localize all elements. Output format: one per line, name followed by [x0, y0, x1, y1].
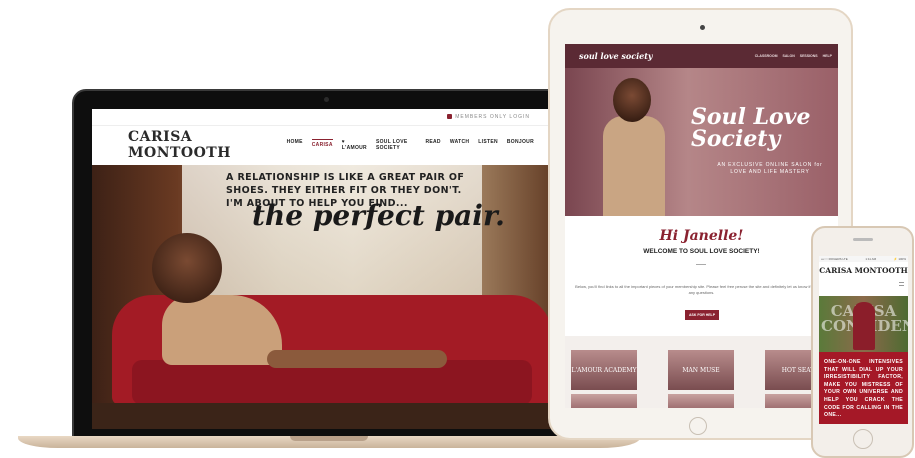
welcome-heading: WELCOME TO SOUL LOVE SOCIETY! — [643, 248, 760, 255]
carrier-label: •••○○ ROGERS LTE — [821, 257, 848, 261]
tablet-nav-classroom[interactable]: CLASSROOM — [755, 54, 778, 58]
tablet-camera — [700, 25, 705, 30]
nav-read[interactable]: READ — [425, 139, 440, 151]
card-lamour-academy[interactable]: L'AMOUR ACADEMY — [571, 350, 637, 390]
device-mockup-stage: MEMBERS ONLY LOGIN CARISA MONTOOTH HOME … — [0, 0, 915, 458]
nav-carisa[interactable]: CARISA — [311, 139, 333, 151]
tablet-nav-links: CLASSROOM SALON SESSIONS HELP — [755, 54, 832, 58]
site-logo[interactable]: CARISA MONTOOTH — [128, 129, 287, 161]
tablet-woman-head — [613, 78, 651, 122]
laptop-device: MEMBERS ONLY LOGIN CARISA MONTOOTH HOME … — [72, 89, 584, 439]
nav-soul-love-society[interactable]: SOUL LOVE SOCIETY — [376, 139, 416, 151]
ask-for-help-button[interactable]: ASK FOR HELP — [685, 310, 719, 320]
battery-label: ⚡ 100% — [893, 257, 906, 261]
woman-head — [152, 233, 222, 303]
phone-promo-block: ONE-ON-ONE INTENSIVES THAT WILL DIAL UP … — [819, 352, 908, 424]
phone-device: •••○○ ROGERS LTE 1:11 AM ⚡ 100% CARISA M… — [811, 226, 914, 458]
members-login-label: MEMBERS ONLY LOGIN — [455, 114, 530, 120]
hamburger-menu-icon[interactable] — [899, 282, 904, 286]
divider — [696, 264, 706, 265]
welcome-body: Below, you'll find links to all the impo… — [575, 284, 828, 295]
tablet-device: soul love society CLASSROOM SALON SESSIO… — [548, 8, 853, 440]
nav-home[interactable]: HOME — [287, 139, 303, 151]
tablet-hero: Soul Love Society AN EXCLUSIVE ONLINE SA… — [565, 68, 838, 216]
tablet-nav-salon[interactable]: SALON — [783, 54, 795, 58]
card-row2-1[interactable] — [571, 394, 637, 408]
time-label: 1:11 AM — [865, 257, 877, 261]
tablet-hero-title: Soul Love Society — [691, 104, 811, 152]
card-row2-2[interactable] — [668, 394, 734, 408]
phone-home-button[interactable] — [853, 429, 873, 449]
members-bar: MEMBERS ONLY LOGIN — [92, 109, 566, 126]
tablet-brand[interactable]: soul love society — [579, 51, 653, 61]
tablet-home-button[interactable] — [689, 417, 707, 435]
floor — [92, 403, 566, 429]
site-header: CARISA MONTOOTH HOME CARISA ♥ L'AMOUR SO… — [92, 126, 566, 164]
nav-listen[interactable]: LISTEN — [478, 139, 498, 151]
tablet-hero-subtitle: AN EXCLUSIVE ONLINE SALON for LOVE AND L… — [717, 162, 823, 175]
card-man-muse[interactable]: MAN MUSE — [668, 350, 734, 390]
laptop-notch — [290, 436, 368, 441]
main-nav: HOME CARISA ♥ L'AMOUR SOUL LOVE SOCIETY … — [287, 139, 534, 151]
phone-hero-woman — [853, 302, 875, 350]
tablet-nav-help[interactable]: HELP — [823, 54, 832, 58]
nav-watch[interactable]: WATCH — [450, 139, 469, 151]
tablet-navbar: soul love society CLASSROOM SALON SESSIO… — [565, 44, 838, 68]
greeting: Hi Janelle! — [659, 228, 744, 244]
nav-lamour[interactable]: ♥ L'AMOUR — [342, 139, 367, 151]
hero-script: the perfect pair. — [252, 199, 505, 232]
laptop-camera — [324, 97, 329, 102]
laptop-website: MEMBERS ONLY LOGIN CARISA MONTOOTH HOME … — [92, 109, 566, 429]
woman-legs — [267, 350, 447, 368]
nav-bonjour[interactable]: BONJOUR — [507, 139, 534, 151]
tablet-website: soul love society CLASSROOM SALON SESSIO… — [565, 44, 838, 408]
tablet-nav-sessions[interactable]: SESSIONS — [800, 54, 818, 58]
tablet-woman-body — [603, 116, 665, 216]
phone-hero: CARISA CONFIDENTIAL — [819, 296, 908, 352]
phone-website: •••○○ ROGERS LTE 1:11 AM ⚡ 100% CARISA M… — [819, 256, 908, 424]
phone-speaker — [853, 238, 873, 241]
phone-logo[interactable]: CARISA MONTOOTH — [819, 262, 908, 278]
lock-icon — [447, 114, 453, 120]
members-login-link[interactable]: MEMBERS ONLY LOGIN — [447, 114, 530, 120]
phone-promo-text: ONE-ON-ONE INTENSIVES THAT WILL DIAL UP … — [824, 359, 903, 419]
